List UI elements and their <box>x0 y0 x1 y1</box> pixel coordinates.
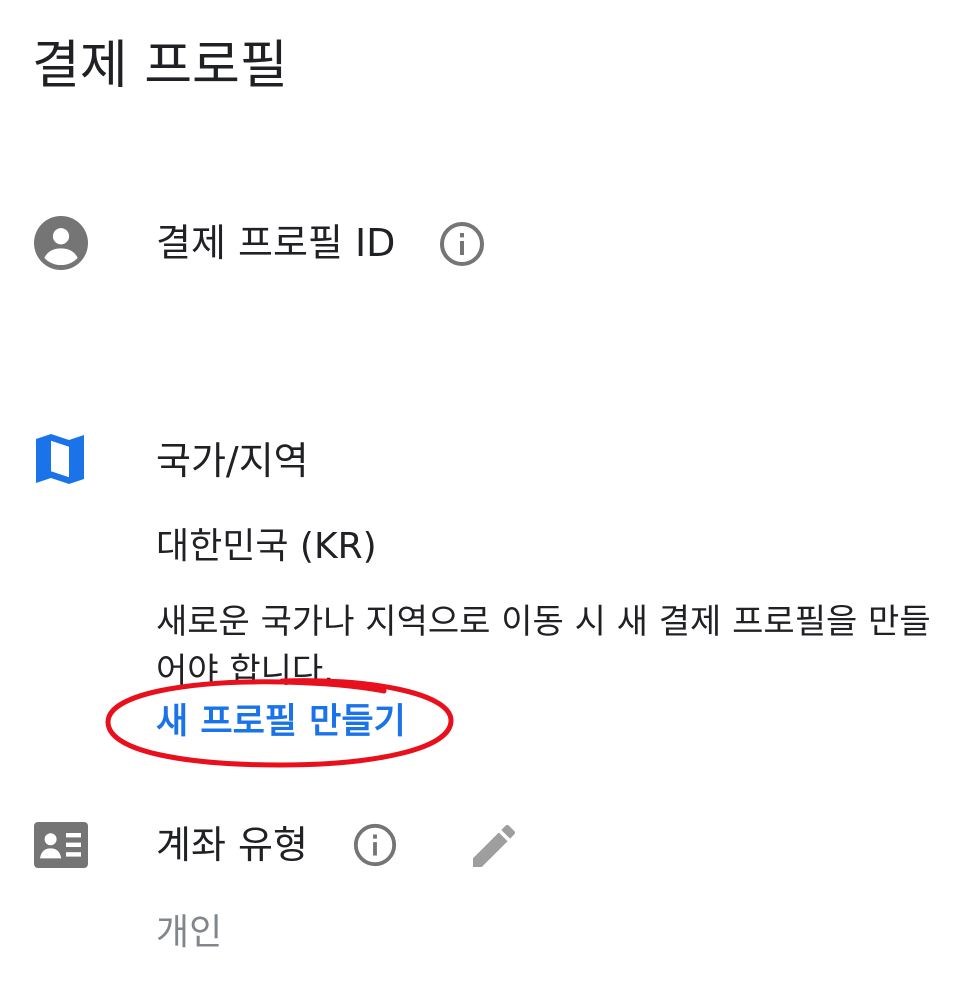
country-value: 대한민국 (KR) <box>156 526 377 567</box>
edit-pencil-icon[interactable] <box>466 818 522 874</box>
info-icon[interactable] <box>438 220 486 268</box>
map-icon <box>36 434 84 484</box>
country-description: 새로운 국가나 지역으로 이동 시 새 결제 프로필을 만들어야 합니다. <box>156 602 931 691</box>
account-circle-icon <box>34 216 88 270</box>
profile-id-label: 결제 프로필 ID <box>156 221 396 265</box>
info-icon[interactable] <box>352 822 398 868</box>
country-label: 국가/지역 <box>156 439 309 483</box>
page-title: 결제 프로필 <box>32 36 288 96</box>
contact-card-icon <box>34 822 88 868</box>
account-type-label: 계좌 유형 <box>156 823 308 867</box>
account-type-value: 개인 <box>156 912 223 953</box>
create-new-profile-link[interactable]: 새 프로필 만들기 <box>156 696 406 748</box>
